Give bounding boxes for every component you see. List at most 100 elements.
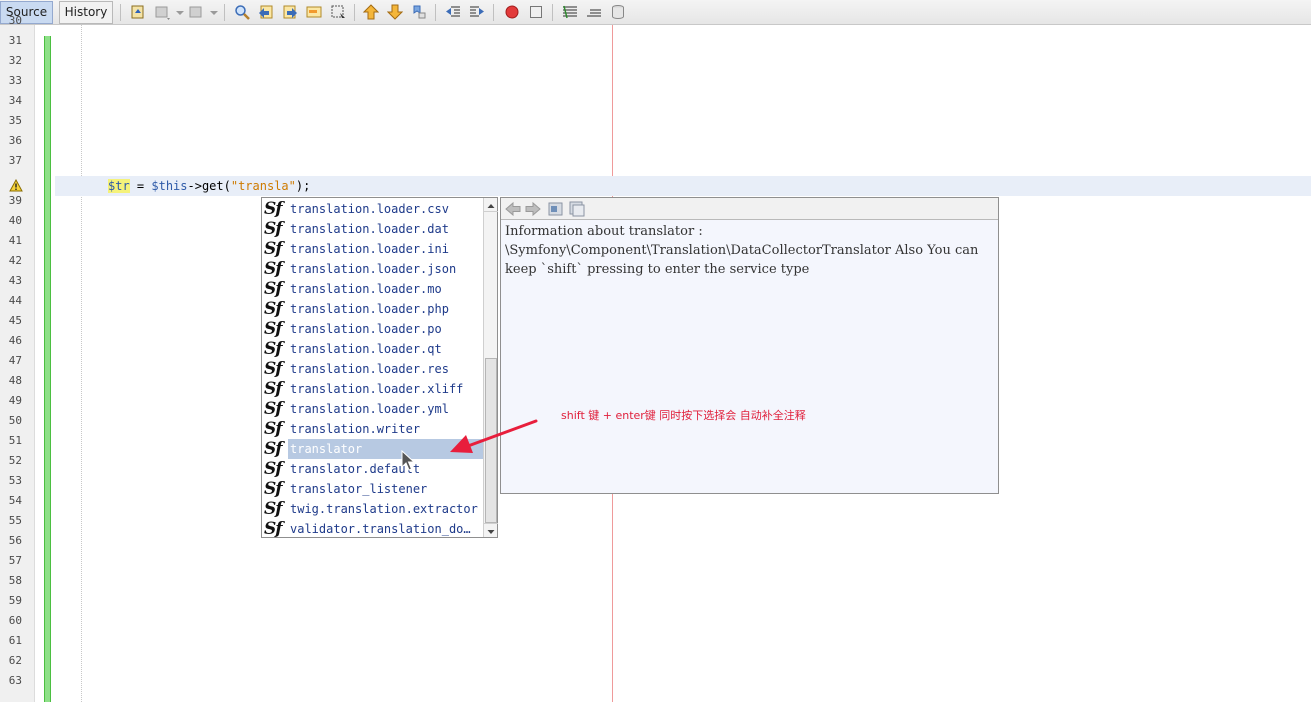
shift-left-icon[interactable] xyxy=(445,4,461,20)
completion-item[interactable]: Sf translation.loader.ini xyxy=(262,239,483,259)
back-icon[interactable] xyxy=(505,201,521,217)
forward-dropdown-icon[interactable] xyxy=(206,4,222,20)
warning-icon[interactable] xyxy=(9,179,23,192)
start-macro-icon[interactable] xyxy=(504,4,520,20)
scroll-down-button[interactable] xyxy=(484,523,498,537)
shift-right-icon[interactable] xyxy=(469,4,485,20)
completion-item[interactable]: Sf translation.loader.res xyxy=(262,359,483,379)
completion-item[interactable]: Sf translator.default xyxy=(262,459,483,479)
code-line[interactable]: $tr = $this->get("transla"); xyxy=(108,176,310,196)
toolbar-separator xyxy=(435,4,436,21)
stop-macro-icon[interactable] xyxy=(528,4,544,20)
code-completion-list[interactable]: Sf translation.loader.csv Sf translation.lo… xyxy=(261,197,498,539)
line-number[interactable]: 47 xyxy=(0,351,22,371)
forward-icon[interactable] xyxy=(525,201,541,217)
line-number-gutter[interactable]: 3031323334353637383940414243444546474849… xyxy=(0,14,35,702)
line-number[interactable]: 43 xyxy=(0,271,22,291)
comment-icon[interactable] xyxy=(562,4,578,20)
toolbar-separator xyxy=(120,4,121,21)
completion-item-label: translation.loader.mo xyxy=(290,282,442,296)
completion-item-label: translation.loader.res xyxy=(290,362,449,376)
line-number[interactable]: 50 xyxy=(0,411,22,431)
symfony-service-icon: Sf xyxy=(264,259,283,279)
variable-this[interactable]: $this xyxy=(151,179,187,193)
completion-item-label: translation.loader.qt xyxy=(290,342,442,356)
code-equals: = xyxy=(129,179,152,193)
line-number[interactable]: 35 xyxy=(0,111,22,131)
tab-history[interactable]: History xyxy=(59,1,113,24)
line-number[interactable]: 54 xyxy=(0,491,22,511)
line-number[interactable]: 36 xyxy=(0,131,22,151)
completion-item[interactable]: Sf translation.loader.php xyxy=(262,299,483,319)
toolbar-separator xyxy=(354,4,355,21)
symfony-service-icon: Sf xyxy=(264,219,283,239)
toggle-highlight-icon[interactable] xyxy=(306,4,322,20)
line-number[interactable]: 57 xyxy=(0,551,22,571)
line-number[interactable]: 52 xyxy=(0,451,22,471)
line-number[interactable]: 61 xyxy=(0,631,22,651)
line-number[interactable]: 32 xyxy=(0,51,22,71)
completion-scrollbar[interactable] xyxy=(483,198,498,537)
symfony-service-icon: Sf xyxy=(264,519,283,539)
find-next-icon[interactable] xyxy=(282,4,298,20)
line-number[interactable]: 59 xyxy=(0,591,22,611)
toolbar-separator xyxy=(552,4,553,21)
toggle-rectangular-selection-icon[interactable] xyxy=(330,4,346,20)
line-number[interactable]: 48 xyxy=(0,371,22,391)
line-number[interactable]: 30 xyxy=(0,11,22,31)
line-number[interactable]: 53 xyxy=(0,471,22,491)
line-number[interactable]: 46 xyxy=(0,331,22,351)
code-string[interactable]: "transla" xyxy=(231,179,296,193)
last-edit-icon[interactable] xyxy=(130,4,146,20)
line-number[interactable]: 33 xyxy=(0,71,22,91)
line-number[interactable]: 45 xyxy=(0,311,22,331)
completion-item[interactable]: Sf translation.loader.json xyxy=(262,259,483,279)
toggle-bookmark-icon[interactable] xyxy=(411,4,427,20)
back-dropdown-icon[interactable] xyxy=(172,4,188,20)
line-number[interactable]: 51 xyxy=(0,431,22,451)
variable-tr[interactable]: $tr xyxy=(108,179,130,193)
line-number[interactable]: 44 xyxy=(0,291,22,311)
symfony-service-icon: Sf xyxy=(264,319,283,339)
completion-item[interactable]: Sf validator.translation_do… xyxy=(262,519,483,539)
line-number[interactable]: 56 xyxy=(0,531,22,551)
goto-source-icon[interactable] xyxy=(548,201,564,217)
completion-item[interactable]: Sf translation.loader.dat xyxy=(262,219,483,239)
find-previous-icon[interactable] xyxy=(258,4,274,20)
completion-item[interactable]: Sf translation.loader.qt xyxy=(262,339,483,359)
completion-item-label: twig.translation.extractor xyxy=(290,502,478,516)
line-number[interactable]: 31 xyxy=(0,31,22,51)
line-number[interactable]: 40 xyxy=(0,211,22,231)
line-number[interactable]: 37 xyxy=(0,151,22,171)
completion-item[interactable]: Sf translation.loader.po xyxy=(262,319,483,339)
line-number[interactable]: 49 xyxy=(0,391,22,411)
previous-bookmark-icon[interactable] xyxy=(363,4,379,20)
completion-item[interactable]: Sf translation.loader.mo xyxy=(262,279,483,299)
next-bookmark-icon[interactable] xyxy=(387,4,403,20)
symfony-service-icon: Sf xyxy=(264,419,283,439)
completion-item[interactable]: Sf translator_listener xyxy=(262,479,483,499)
completion-item[interactable]: Sf translation.loader.xliff xyxy=(262,379,483,399)
back-icon[interactable] xyxy=(154,4,170,20)
symfony-service-icon: Sf xyxy=(264,439,283,459)
symfony-service-icon: Sf xyxy=(264,339,283,359)
completion-item[interactable]: Sf translation.loader.csv xyxy=(262,199,483,219)
database-icon[interactable] xyxy=(610,4,626,20)
line-number[interactable]: 34 xyxy=(0,91,22,111)
line-number[interactable]: 55 xyxy=(0,511,22,531)
line-number[interactable]: 39 xyxy=(0,191,22,211)
scroll-up-button[interactable] xyxy=(484,198,498,212)
code-end: ); xyxy=(295,179,311,193)
uncomment-icon[interactable] xyxy=(586,4,602,20)
line-number[interactable]: 63 xyxy=(0,671,22,691)
line-number[interactable]: 60 xyxy=(0,611,22,631)
line-number[interactable]: 41 xyxy=(0,231,22,251)
forward-icon[interactable] xyxy=(188,4,204,20)
open-browser-icon[interactable] xyxy=(569,201,585,217)
line-number[interactable]: 42 xyxy=(0,251,22,271)
line-number[interactable]: 58 xyxy=(0,571,22,591)
line-number[interactable]: 62 xyxy=(0,651,22,671)
doc-toolbar xyxy=(501,198,998,220)
find-selection-icon[interactable] xyxy=(234,4,250,20)
completion-item[interactable]: Sf twig.translation.extractor xyxy=(262,499,483,519)
